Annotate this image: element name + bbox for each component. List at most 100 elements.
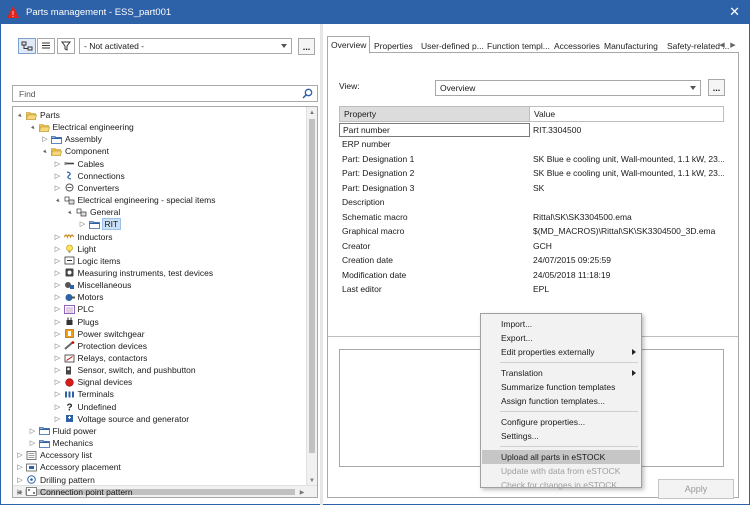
- expand-icon[interactable]: ▷: [54, 172, 62, 180]
- expand-icon[interactable]: ▷: [54, 403, 62, 411]
- expand-icon[interactable]: ▷: [54, 378, 62, 386]
- tree-item[interactable]: ▷ Cables: [54, 158, 104, 170]
- property-row[interactable]: Graphical macro $(MD_MACROS)\Rittal\SK\SK…: [339, 224, 724, 239]
- property-value[interactable]: GCH: [530, 239, 724, 254]
- property-row[interactable]: Creation date 24/07/2015 09:25:59: [339, 253, 724, 268]
- pane-splitter[interactable]: [320, 24, 323, 505]
- tree-item[interactable]: ▷ Relays, contactors: [54, 352, 148, 364]
- expand-icon[interactable]: ▷: [54, 269, 62, 277]
- tree-item[interactable]: ▷ Plugs: [54, 316, 99, 328]
- tree-item[interactable]: ▲ Parts: [16, 109, 60, 121]
- property-value[interactable]: 24/07/2015 09:25:59: [530, 253, 724, 268]
- expand-icon[interactable]: ▷: [16, 476, 24, 484]
- tree-item[interactable]: ▷ Assembly: [41, 133, 102, 145]
- tree-item[interactable]: ▷ Inductors: [54, 231, 113, 243]
- tree-item[interactable]: ▷ RIT: [79, 218, 122, 231]
- tree-view-button[interactable]: [18, 38, 36, 54]
- tree-item[interactable]: ▷ Motors: [54, 291, 104, 303]
- tree-item[interactable]: ▷ Sensor, switch, and pushbutton: [54, 364, 196, 376]
- property-value[interactable]: $(MD_MACROS)\Rittal\SK\SK3304500_3D.ema: [530, 224, 724, 239]
- menu-item-import[interactable]: Import...: [482, 317, 640, 331]
- apply-button[interactable]: Apply: [658, 479, 734, 499]
- property-row[interactable]: Part: Designation 2 SK Blue e cooling uni…: [339, 166, 724, 181]
- view-more-button[interactable]: ...: [708, 79, 725, 96]
- property-row[interactable]: Part: Designation 1 SK Blue e cooling uni…: [339, 152, 724, 167]
- property-row[interactable]: Part number RIT.3304500: [339, 122, 724, 138]
- tab-overview[interactable]: Overview: [327, 36, 371, 54]
- menu-item-summarize-function-templates[interactable]: Summarize function templates: [482, 380, 640, 394]
- tree-item[interactable]: ▷ Terminals: [54, 388, 114, 400]
- expand-icon[interactable]: ▷: [54, 160, 62, 168]
- tree-item[interactable]: ▷ Converters: [54, 182, 119, 194]
- expand-icon[interactable]: ▷: [79, 220, 87, 228]
- find-input[interactable]: Find: [12, 85, 318, 102]
- expand-icon[interactable]: ▷: [54, 257, 62, 265]
- property-value[interactable]: RIT.3304500: [530, 123, 724, 138]
- tree-item[interactable]: ▷ Miscellaneous: [54, 279, 132, 291]
- tree-vertical-scrollbar[interactable]: ▲ ▼: [306, 107, 317, 487]
- tree-vertical-scroll-thumb[interactable]: [309, 119, 315, 453]
- property-value[interactable]: Rittal\SK\SK3304500.ema: [530, 210, 724, 225]
- tree-item[interactable]: ▲ Component: [41, 145, 109, 157]
- expand-icon[interactable]: ▷: [16, 463, 24, 471]
- grid-header-property[interactable]: Property: [339, 106, 530, 122]
- list-view-button[interactable]: [37, 38, 55, 54]
- expand-icon[interactable]: ▷: [54, 366, 62, 374]
- tree-item[interactable]: ▷ Mechanics: [29, 437, 93, 449]
- expand-icon[interactable]: ▷: [54, 354, 62, 362]
- tab-manufacturing[interactable]: Manufacturing: [601, 38, 661, 53]
- tab-function-templates[interactable]: Function templ...: [484, 38, 553, 53]
- collapse-icon[interactable]: ▲: [16, 111, 24, 119]
- property-row[interactable]: Part: Designation 3 SK: [339, 181, 724, 196]
- property-row[interactable]: Schematic macro Rittal\SK\SK3304500.ema: [339, 210, 724, 225]
- tree-item[interactable]: ▷ Logic items: [54, 255, 121, 267]
- expand-icon[interactable]: ▷: [29, 439, 37, 447]
- property-row[interactable]: ERP number: [339, 137, 724, 152]
- tree-item[interactable]: ▷ Fluid power: [29, 425, 97, 437]
- filter-button[interactable]: [57, 38, 75, 54]
- filter-more-button[interactable]: ...: [298, 38, 315, 55]
- tree-item[interactable]: ▷ Measuring instruments, test devices: [54, 267, 213, 279]
- grid-header-value[interactable]: Value: [530, 106, 724, 122]
- menu-item-upload-all-parts-in-estock[interactable]: Upload all parts in eSTOCK: [482, 450, 640, 464]
- expand-icon[interactable]: ▷: [16, 488, 24, 496]
- collapse-icon[interactable]: ▲: [66, 208, 74, 216]
- expand-icon[interactable]: ▷: [54, 245, 62, 253]
- tree-item[interactable]: ▷ Connection point pattern: [16, 486, 132, 497]
- close-icon[interactable]: ✕: [729, 5, 740, 18]
- property-value[interactable]: EPL: [530, 282, 724, 297]
- menu-item-translation[interactable]: Translation: [482, 366, 640, 380]
- property-value[interactable]: SK Blue e cooling unit, Wall-mounted, 1.…: [530, 152, 724, 167]
- property-value[interactable]: 24/05/2018 11:18:19: [530, 268, 724, 283]
- search-icon[interactable]: [302, 88, 313, 99]
- tree-item[interactable]: ▷ Light: [54, 243, 96, 255]
- tree-item[interactable]: ▲ Electrical engineering: [29, 121, 134, 133]
- menu-item-export[interactable]: Export...: [482, 331, 640, 345]
- tree-item[interactable]: ▲ General: [66, 206, 120, 218]
- view-select[interactable]: Overview: [435, 80, 701, 96]
- tree-item[interactable]: ▷? Undefined: [54, 401, 116, 413]
- tree-item[interactable]: ▷ Accessory placement: [16, 461, 121, 473]
- tree-item[interactable]: ▷ Signal devices: [54, 376, 133, 388]
- property-row[interactable]: Modification date 24/05/2018 11:18:19: [339, 268, 724, 283]
- collapse-icon[interactable]: ▲: [53, 196, 62, 204]
- property-value[interactable]: SK Blue e cooling unit, Wall-mounted, 1.…: [530, 166, 724, 181]
- tree-item[interactable]: ▷ Connections: [54, 170, 125, 182]
- collapse-icon[interactable]: ▲: [28, 123, 37, 131]
- tree-item[interactable]: ▷ Protection devices: [54, 340, 147, 352]
- collapse-icon[interactable]: ▲: [41, 147, 49, 155]
- expand-icon[interactable]: ▷: [54, 390, 62, 398]
- tree-item[interactable]: ▷ Accessory list: [16, 449, 92, 461]
- tree-item[interactable]: ▲ Electrical engineering - special items: [54, 194, 216, 206]
- property-value[interactable]: [530, 195, 724, 210]
- tab-user-defined-properties[interactable]: User-defined p...: [418, 38, 487, 53]
- tree-item[interactable]: ▷ Power switchgear: [54, 328, 145, 340]
- expand-icon[interactable]: ▷: [29, 427, 37, 435]
- expand-icon[interactable]: ▷: [54, 184, 62, 192]
- property-value[interactable]: SK: [530, 181, 724, 196]
- expand-icon[interactable]: ▷: [54, 281, 62, 289]
- expand-icon[interactable]: ▷: [54, 233, 62, 241]
- expand-icon[interactable]: ▷: [41, 135, 49, 143]
- expand-icon[interactable]: ▷: [54, 342, 62, 350]
- tab-scroll-left-icon[interactable]: ◀: [717, 39, 727, 50]
